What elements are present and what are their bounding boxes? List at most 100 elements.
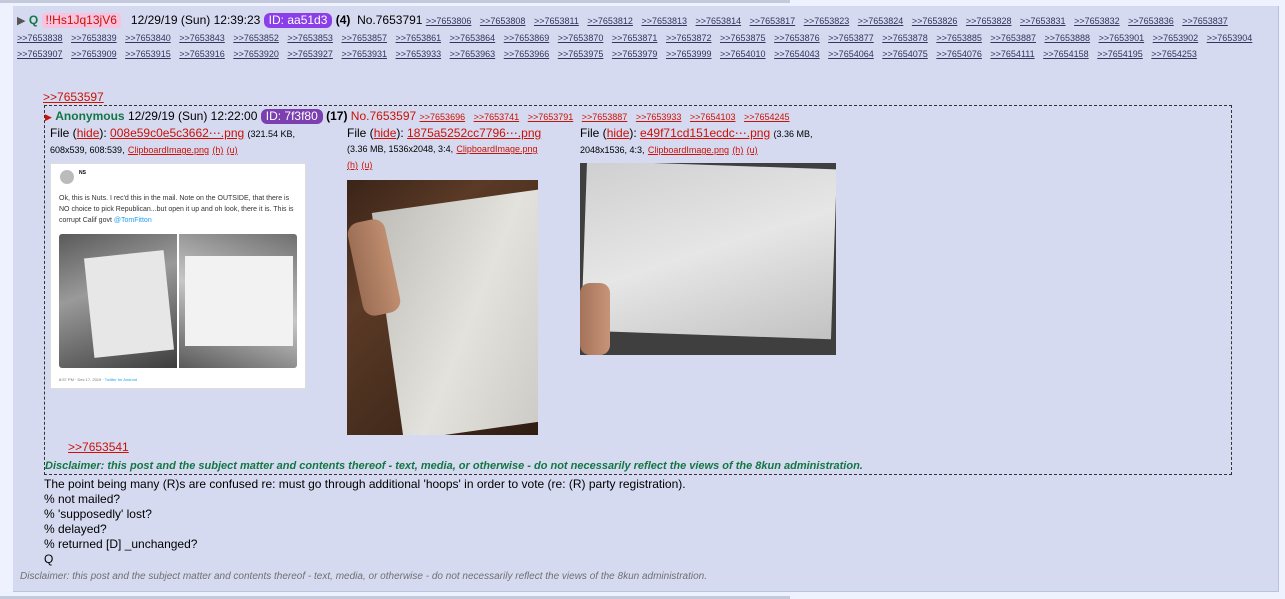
backlink[interactable]: >>7653824 <box>858 16 904 26</box>
backlink[interactable]: >>7653902 <box>1153 33 1199 43</box>
file-name-link[interactable]: e49f71cd151ecdc⋯.png <box>640 126 770 140</box>
backlink[interactable]: >>7653853 <box>287 33 333 43</box>
hide-file-link[interactable]: hide <box>77 126 100 140</box>
backlink[interactable]: >>7653870 <box>558 33 604 43</box>
post-number[interactable]: No.7653791 <box>357 13 422 27</box>
backlink[interactable]: >>7653813 <box>641 16 687 26</box>
backlink[interactable]: >>7653696 <box>420 112 466 122</box>
backlink[interactable]: >>7653791 <box>528 112 574 122</box>
post-body: The point being many (R)s are confused r… <box>44 477 686 567</box>
file-meta: (3.36 MB, 1536x2048, 3:4, <box>347 144 454 154</box>
backlink[interactable]: >>7653979 <box>612 49 658 59</box>
backlink[interactable]: >>7654075 <box>882 49 928 59</box>
backlink[interactable]: >>7653852 <box>233 33 279 43</box>
backlink[interactable]: >>7653931 <box>341 49 387 59</box>
backlink[interactable]: >>7653840 <box>125 33 171 43</box>
backlink[interactable]: >>7653885 <box>936 33 982 43</box>
backlink[interactable]: >>7653920 <box>233 49 279 59</box>
backlink[interactable]: >>7653831 <box>1020 16 1066 26</box>
backlink[interactable]: >>7653823 <box>804 16 850 26</box>
file-u-link[interactable]: (u) <box>227 145 238 155</box>
backlink[interactable]: >>7653887 <box>990 33 1036 43</box>
backlink[interactable]: >>7653876 <box>774 33 820 43</box>
backlink[interactable]: >>7653828 <box>966 16 1012 26</box>
body-line: % delayed? <box>44 522 107 536</box>
backlink[interactable]: >>7653838 <box>17 33 63 43</box>
backlink[interactable]: >>7654158 <box>1043 49 1089 59</box>
backlink[interactable]: >>7653907 <box>17 49 63 59</box>
collapse-toggle-icon[interactable]: ▶ <box>17 15 25 27</box>
backlink[interactable]: >>7653888 <box>1044 33 1090 43</box>
backlink[interactable]: >>7653806 <box>426 16 472 26</box>
backlink[interactable]: >>7653826 <box>912 16 958 26</box>
backlink[interactable]: >>7653916 <box>179 49 225 59</box>
backlink[interactable]: >>7653814 <box>696 16 742 26</box>
quoted-post-number[interactable]: No.7653597 <box>351 109 416 123</box>
file-name-link[interactable]: 1875a5252cc7796⋯.png <box>407 126 541 140</box>
file-h-link[interactable]: (h) <box>212 145 223 155</box>
file-meta: 2048x1536, 4:3, <box>580 145 645 155</box>
backlink[interactable]: >>7653872 <box>666 33 712 43</box>
backlink[interactable]: >>7653839 <box>71 33 117 43</box>
file-info-1: File (hide): 008e59c0e5c3662⋯.png (321.5… <box>50 126 296 155</box>
original-filename-link[interactable]: ClipboardImage.png <box>648 145 729 155</box>
inner-quote-link[interactable]: >>7653541 <box>68 440 129 454</box>
backlink[interactable]: >>7653812 <box>587 16 633 26</box>
backlink[interactable]: >>7653963 <box>450 49 496 59</box>
backlink[interactable]: >>7653836 <box>1128 16 1174 26</box>
backlink[interactable]: >>7653857 <box>341 33 387 43</box>
image-thumbnail-2[interactable] <box>347 180 538 435</box>
backlink[interactable]: >>7653975 <box>558 49 604 59</box>
quoted-poster-id-badge[interactable]: ID: 7f3f80 <box>260 109 323 124</box>
backlink[interactable]: >>7653933 <box>636 112 682 122</box>
file-h-link[interactable]: (h) <box>347 160 358 170</box>
backlink[interactable]: >>7654253 <box>1151 49 1197 59</box>
backlink[interactable]: >>7653869 <box>504 33 550 43</box>
backlink[interactable]: >>7653741 <box>474 112 520 122</box>
poster-id-count: (4) <box>335 13 351 27</box>
image-thumbnail-1[interactable]: NS Ok, this is Nuts. I rec'd this in the… <box>50 163 306 389</box>
inline-arrow-icon[interactable]: ▶ <box>45 112 52 122</box>
backlink[interactable]: >>7653843 <box>179 33 225 43</box>
file-h-link[interactable]: (h) <box>732 145 743 155</box>
backlink[interactable]: >>7653808 <box>480 16 526 26</box>
hide-file-link[interactable]: hide <box>374 126 397 140</box>
backlink[interactable]: >>7653877 <box>828 33 874 43</box>
backlink[interactable]: >>7653901 <box>1099 33 1145 43</box>
backlink[interactable]: >>7653966 <box>504 49 550 59</box>
image-thumbnail-3[interactable] <box>580 163 836 355</box>
poster-id-badge[interactable]: ID: aa51d3 <box>263 13 333 28</box>
backlink[interactable]: >>7653878 <box>882 33 928 43</box>
backlink[interactable]: >>7653887 <box>582 112 628 122</box>
hide-file-link[interactable]: hide <box>607 126 630 140</box>
file-u-link[interactable]: (u) <box>361 160 372 170</box>
backlink[interactable]: >>7654010 <box>720 49 766 59</box>
quote-link[interactable]: >>7653597 <box>43 90 104 104</box>
backlink[interactable]: >>7653811 <box>534 16 579 26</box>
backlink[interactable]: >>7653817 <box>750 16 796 26</box>
backlink[interactable]: >>7654043 <box>774 49 820 59</box>
backlink[interactable]: >>7653861 <box>396 33 442 43</box>
backlink[interactable]: >>7653871 <box>612 33 658 43</box>
backlink[interactable]: >>7653832 <box>1074 16 1120 26</box>
backlink[interactable]: >>7653904 <box>1207 33 1253 43</box>
backlink[interactable]: >>7653927 <box>287 49 333 59</box>
backlink[interactable]: >>7654103 <box>690 112 736 122</box>
backlink[interactable]: >>7653909 <box>71 49 117 59</box>
backlink[interactable]: >>7653933 <box>396 49 442 59</box>
file-name-link[interactable]: 008e59c0e5c3662⋯.png <box>110 126 244 140</box>
backlink[interactable]: >>7654195 <box>1097 49 1143 59</box>
backlink[interactable]: >>7653999 <box>666 49 712 59</box>
backlink[interactable]: >>7653864 <box>450 33 496 43</box>
backlink[interactable]: >>7653915 <box>125 49 171 59</box>
original-filename-link[interactable]: ClipboardImage.png <box>128 145 209 155</box>
backlink[interactable]: >>7654076 <box>936 49 982 59</box>
backlink[interactable]: >>7653837 <box>1182 16 1228 26</box>
backlink[interactable]: >>7654064 <box>828 49 874 59</box>
tweet-handle: NS <box>79 170 86 176</box>
backlink[interactable]: >>7654245 <box>744 112 790 122</box>
original-filename-link[interactable]: ClipboardImage.png <box>456 144 537 154</box>
file-u-link[interactable]: (u) <box>747 145 758 155</box>
backlink[interactable]: >>7654111 <box>990 49 1034 59</box>
backlink[interactable]: >>7653875 <box>720 33 766 43</box>
